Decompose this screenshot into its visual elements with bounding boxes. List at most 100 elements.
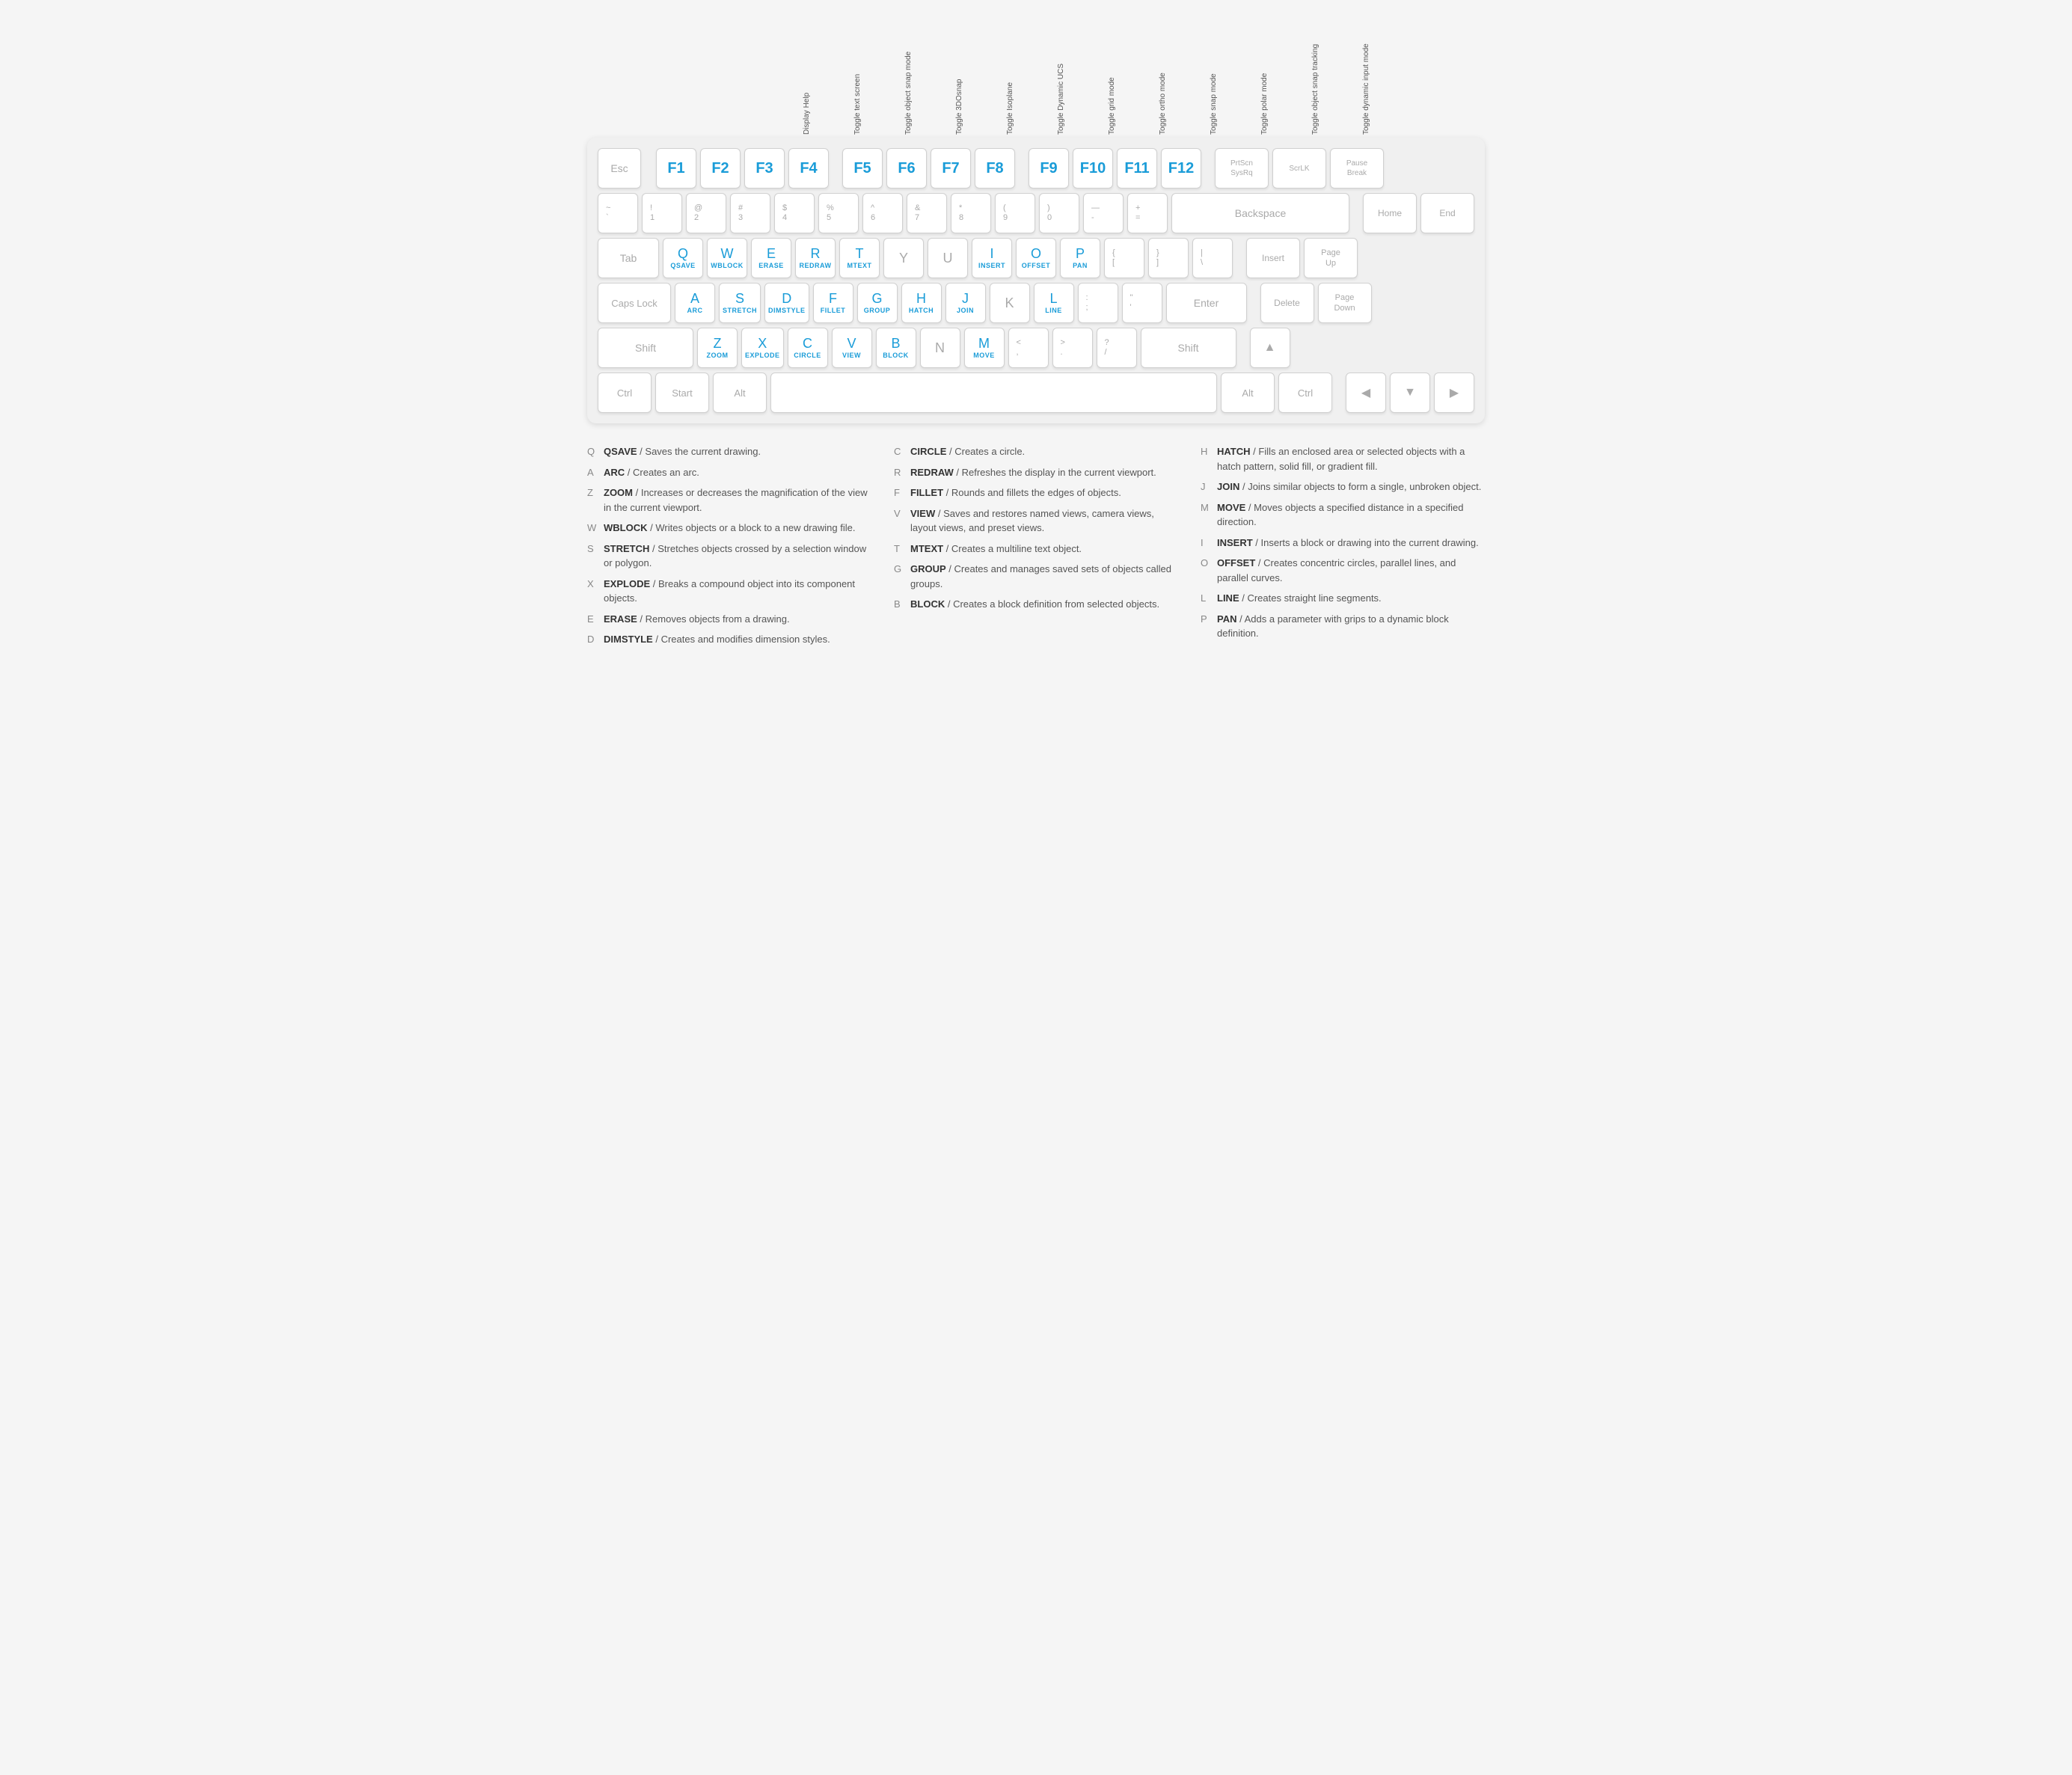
key-scrlk[interactable]: ScrLK (1272, 148, 1326, 188)
key-f11[interactable]: F11 (1117, 148, 1157, 188)
key-y[interactable]: Y (883, 238, 924, 278)
key-m[interactable]: M MOVE (964, 328, 1005, 368)
desc-v: V VIEW / Saves and restores named views,… (894, 503, 1178, 539)
fkey-label-f10: Toggle polar mode (1239, 15, 1290, 135)
key-l[interactable]: L LINE (1034, 283, 1074, 323)
key-ctrl-left[interactable]: Ctrl (598, 373, 652, 413)
key-dash[interactable]: — - (1083, 193, 1124, 233)
key-arrow-right[interactable]: ▶ (1434, 373, 1474, 413)
key-backtick[interactable]: ~ ` (598, 193, 638, 233)
key-e[interactable]: E ERASE (751, 238, 791, 278)
fkey-label-f5: Toggle Isoplane (985, 15, 1036, 135)
fkey-label-f3: Toggle object snap mode (883, 15, 934, 135)
key-arrow-down[interactable]: ▼ (1390, 373, 1430, 413)
key-f5[interactable]: F5 (842, 148, 883, 188)
key-period[interactable]: > . (1052, 328, 1093, 368)
key-enter[interactable]: Enter (1166, 283, 1247, 323)
key-c[interactable]: C CIRCLE (788, 328, 828, 368)
key-backspace[interactable]: Backspace (1171, 193, 1349, 233)
key-9[interactable]: ( 9 (995, 193, 1035, 233)
key-shift-left[interactable]: Shift (598, 328, 693, 368)
key-u[interactable]: U (928, 238, 968, 278)
key-i[interactable]: I INSERT (972, 238, 1012, 278)
key-slash[interactable]: ? / (1097, 328, 1137, 368)
key-2[interactable]: @ 2 (686, 193, 726, 233)
key-t[interactable]: T MTEXT (839, 238, 880, 278)
desc-b: B BLOCK / Creates a block definition fro… (894, 594, 1178, 615)
key-prtsc[interactable]: PrtScnSysRq (1215, 148, 1269, 188)
key-f1[interactable]: F1 (656, 148, 696, 188)
key-a[interactable]: A ARC (675, 283, 715, 323)
key-pagedown[interactable]: PageDown (1318, 283, 1372, 323)
key-f3[interactable]: F3 (744, 148, 785, 188)
key-3[interactable]: # 3 (730, 193, 770, 233)
key-tab[interactable]: Tab (598, 238, 659, 278)
key-6[interactable]: ^ 6 (862, 193, 903, 233)
key-semicolon[interactable]: : ; (1078, 283, 1118, 323)
key-0[interactable]: ) 0 (1039, 193, 1079, 233)
key-q[interactable]: Q QSAVE (663, 238, 703, 278)
key-k[interactable]: K (990, 283, 1030, 323)
key-start[interactable]: Start (655, 373, 709, 413)
key-j[interactable]: J JOIN (945, 283, 986, 323)
key-comma[interactable]: < , (1008, 328, 1049, 368)
key-f8[interactable]: F8 (975, 148, 1015, 188)
fkey-label-f4: Toggle 3DOsnap (934, 15, 985, 135)
key-r[interactable]: R REDRAW (795, 238, 836, 278)
key-8[interactable]: * 8 (951, 193, 991, 233)
key-f7[interactable]: F7 (931, 148, 971, 188)
key-f6[interactable]: F6 (886, 148, 927, 188)
key-f9[interactable]: F9 (1029, 148, 1069, 188)
key-1[interactable]: ! 1 (642, 193, 682, 233)
desc-r: R REDRAW / Refreshes the display in the … (894, 462, 1178, 483)
key-shift-right[interactable]: Shift (1141, 328, 1236, 368)
key-o[interactable]: O OFFSET (1016, 238, 1056, 278)
desc-x: X EXPLODE / Breaks a compound object int… (587, 574, 871, 609)
main-container: Display Help Toggle text screen Toggle o… (587, 15, 1485, 650)
key-n[interactable]: N (920, 328, 960, 368)
key-s[interactable]: S STRETCH (719, 283, 761, 323)
fkey-labels-row: Display Help Toggle text screen Toggle o… (587, 15, 1485, 135)
fkey-label-f12: Toggle dynamic input mode (1341, 15, 1392, 135)
key-p[interactable]: P PAN (1060, 238, 1100, 278)
key-v[interactable]: V VIEW (832, 328, 872, 368)
key-esc[interactable]: Esc (598, 148, 641, 188)
key-alt-right[interactable]: Alt (1221, 373, 1275, 413)
key-f4[interactable]: F4 (788, 148, 829, 188)
key-close-bracket[interactable]: } ] (1148, 238, 1189, 278)
key-pageup[interactable]: PageUp (1304, 238, 1358, 278)
key-alt-left[interactable]: Alt (713, 373, 767, 413)
key-f2[interactable]: F2 (700, 148, 741, 188)
key-caps[interactable]: Caps Lock (598, 283, 671, 323)
fkey-label-f11: Toggle object snap tracking (1290, 15, 1341, 135)
key-arrow-left[interactable]: ◀ (1346, 373, 1386, 413)
key-f[interactable]: F FILLET (813, 283, 853, 323)
key-5[interactable]: % 5 (818, 193, 859, 233)
key-f10[interactable]: F10 (1073, 148, 1113, 188)
key-delete[interactable]: Delete (1260, 283, 1314, 323)
key-pause[interactable]: PauseBreak (1330, 148, 1384, 188)
key-arrow-up[interactable]: ▲ (1250, 328, 1290, 368)
key-space[interactable] (770, 373, 1217, 413)
key-g[interactable]: G GROUP (857, 283, 898, 323)
key-backslash[interactable]: | \ (1192, 238, 1233, 278)
key-end[interactable]: End (1420, 193, 1474, 233)
key-b[interactable]: B BLOCK (876, 328, 916, 368)
key-x[interactable]: X EXPLODE (741, 328, 784, 368)
bottom-row: Ctrl Start Alt Alt Ctrl ◀ ▼ ▶ (598, 373, 1474, 413)
key-d[interactable]: D DIMSTYLE (764, 283, 809, 323)
key-7[interactable]: & 7 (907, 193, 947, 233)
key-insert[interactable]: Insert (1246, 238, 1300, 278)
key-ctrl-right[interactable]: Ctrl (1278, 373, 1332, 413)
key-w[interactable]: W WBLOCK (707, 238, 747, 278)
key-quote[interactable]: " ' (1122, 283, 1162, 323)
key-4[interactable]: $ 4 (774, 193, 815, 233)
key-h[interactable]: H HATCH (901, 283, 942, 323)
key-home[interactable]: Home (1363, 193, 1417, 233)
desc-i: I INSERT / Inserts a block or drawing in… (1201, 533, 1485, 554)
key-open-bracket[interactable]: { [ (1104, 238, 1144, 278)
key-f12[interactable]: F12 (1161, 148, 1201, 188)
key-equal[interactable]: + = (1127, 193, 1168, 233)
fkey-label-f9: Toggle snap mode (1189, 15, 1239, 135)
key-z[interactable]: Z ZOOM (697, 328, 738, 368)
